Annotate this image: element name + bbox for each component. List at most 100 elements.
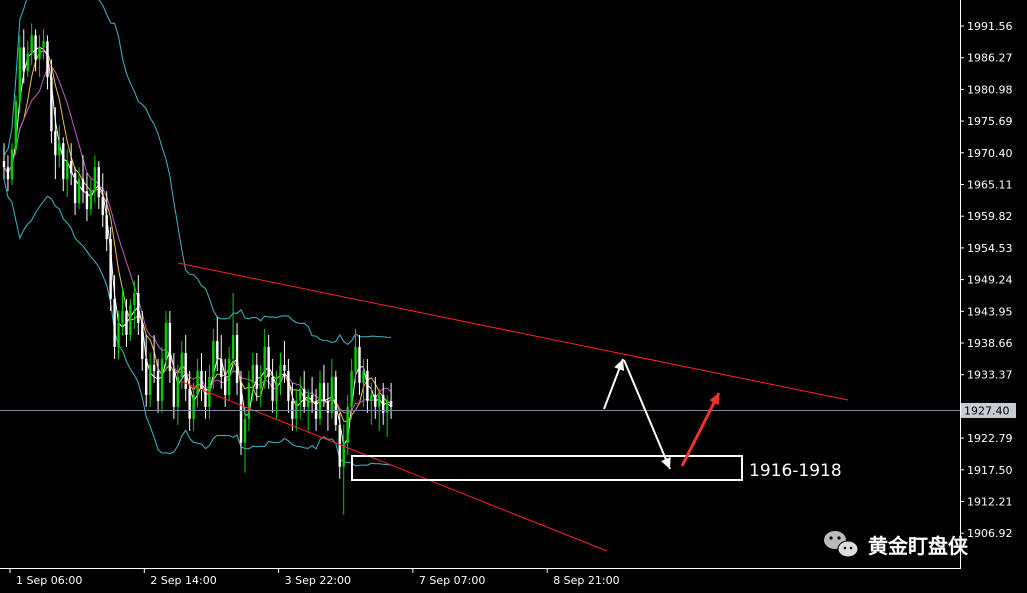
candle-body <box>137 293 140 323</box>
candle-body <box>192 394 195 419</box>
candle-body <box>346 406 349 443</box>
candle-body <box>200 370 203 389</box>
candle-body <box>224 376 227 395</box>
candle-body <box>46 41 49 78</box>
current-price-label: 1927.40 <box>964 404 1010 417</box>
candle-body <box>227 358 231 395</box>
candle-body <box>42 41 45 48</box>
candle-body <box>212 340 215 377</box>
candle-body <box>109 239 112 300</box>
candle-body <box>389 400 393 407</box>
candle-body <box>306 394 310 407</box>
candle-body <box>338 424 341 467</box>
y-tick-label: 1922.79 <box>967 432 1013 445</box>
candle-body <box>354 346 357 371</box>
x-tick-label: 7 Sep 07:00 <box>419 574 485 587</box>
candle-body <box>326 400 330 413</box>
candle-body <box>275 382 278 401</box>
candle-body <box>93 167 97 192</box>
candle-body <box>259 376 262 389</box>
candle-body <box>251 364 255 383</box>
candle-body <box>322 382 326 401</box>
candle-body <box>117 322 120 347</box>
candle-body <box>133 293 136 306</box>
price-chart: 1916-1918 1991.56 1986.27 1980.98 1975.69 19… <box>0 0 1027 593</box>
candle-body <box>152 364 156 371</box>
candle-body <box>283 364 286 371</box>
y-tick-label: 1965.11 <box>967 179 1013 192</box>
y-tick-label: 1933.37 <box>967 369 1013 382</box>
x-tick-label: 1 Sep 06:00 <box>16 574 82 587</box>
candle-body <box>97 167 100 198</box>
candle-body <box>243 418 247 443</box>
candle-body <box>58 143 61 156</box>
candle-body <box>50 77 53 132</box>
candle-body <box>247 382 251 419</box>
candle-body <box>156 370 160 401</box>
candle-body <box>287 370 290 401</box>
y-tick-label: 1959.82 <box>967 210 1013 223</box>
candle-body <box>105 215 108 240</box>
x-tick-label: 2 Sep 14:00 <box>150 574 216 587</box>
candle-body <box>295 400 298 419</box>
candle-body <box>362 370 365 383</box>
candle-body <box>2 161 6 168</box>
candle-body <box>101 197 104 216</box>
candle-body <box>77 179 81 204</box>
current-price-tag: 1927.40 <box>961 402 1016 418</box>
x-tick-label: 8 Sep 21:00 <box>553 574 619 587</box>
y-tick-label: 1975.69 <box>967 115 1013 128</box>
candle-body <box>85 191 89 210</box>
y-tick-label: 1954.53 <box>967 242 1013 255</box>
candle-body <box>370 394 373 401</box>
candle-body <box>34 35 37 60</box>
candle-body <box>366 370 369 401</box>
candle-body <box>374 394 377 407</box>
candle-body <box>62 143 65 180</box>
candle-body <box>26 53 29 72</box>
candle-body <box>334 376 337 425</box>
candle-body <box>73 173 77 204</box>
y-tick-label: 1912.21 <box>967 496 1013 509</box>
y-tick-label: 1949.24 <box>967 274 1013 287</box>
y-tick-label: 1991.56 <box>967 20 1013 33</box>
candle-body <box>267 346 270 377</box>
y-tick-label: 1980.98 <box>967 83 1013 96</box>
candle-body <box>38 47 41 60</box>
y-tick-label: 1906.92 <box>967 527 1013 540</box>
candle-body <box>121 311 124 323</box>
candle-body <box>263 346 266 377</box>
candle-body <box>10 149 14 180</box>
candle-body <box>125 311 128 335</box>
candle-body <box>168 322 172 371</box>
candle-body <box>196 370 199 395</box>
candle-body <box>318 382 322 419</box>
support-zone-label: 1916-1918 <box>749 461 842 481</box>
candle-body <box>180 352 183 377</box>
candle-body <box>6 167 10 180</box>
candle-body <box>69 161 73 174</box>
candle-body <box>81 179 85 192</box>
candle-body <box>141 322 144 359</box>
candle-body <box>330 376 334 413</box>
candle-body <box>164 322 168 359</box>
y-tick-label: 1970.40 <box>967 147 1013 160</box>
candle-body <box>255 364 258 389</box>
y-tick-label: 1943.95 <box>967 305 1013 318</box>
candle-body <box>314 400 318 419</box>
candle-body <box>279 364 282 383</box>
candle-body <box>89 191 93 210</box>
candle-body <box>358 346 361 383</box>
candle-body <box>299 388 302 401</box>
y-tick-label: 1986.27 <box>967 52 1013 65</box>
candle-body <box>303 388 306 407</box>
chart-background <box>0 0 1027 593</box>
candle-body <box>160 358 164 401</box>
candle-body <box>18 47 21 102</box>
candle-body <box>22 47 25 72</box>
candle-body <box>310 394 314 401</box>
candle-body <box>239 382 243 443</box>
candle-body <box>129 305 132 335</box>
candle-body <box>216 340 219 359</box>
candle-body <box>14 101 18 150</box>
